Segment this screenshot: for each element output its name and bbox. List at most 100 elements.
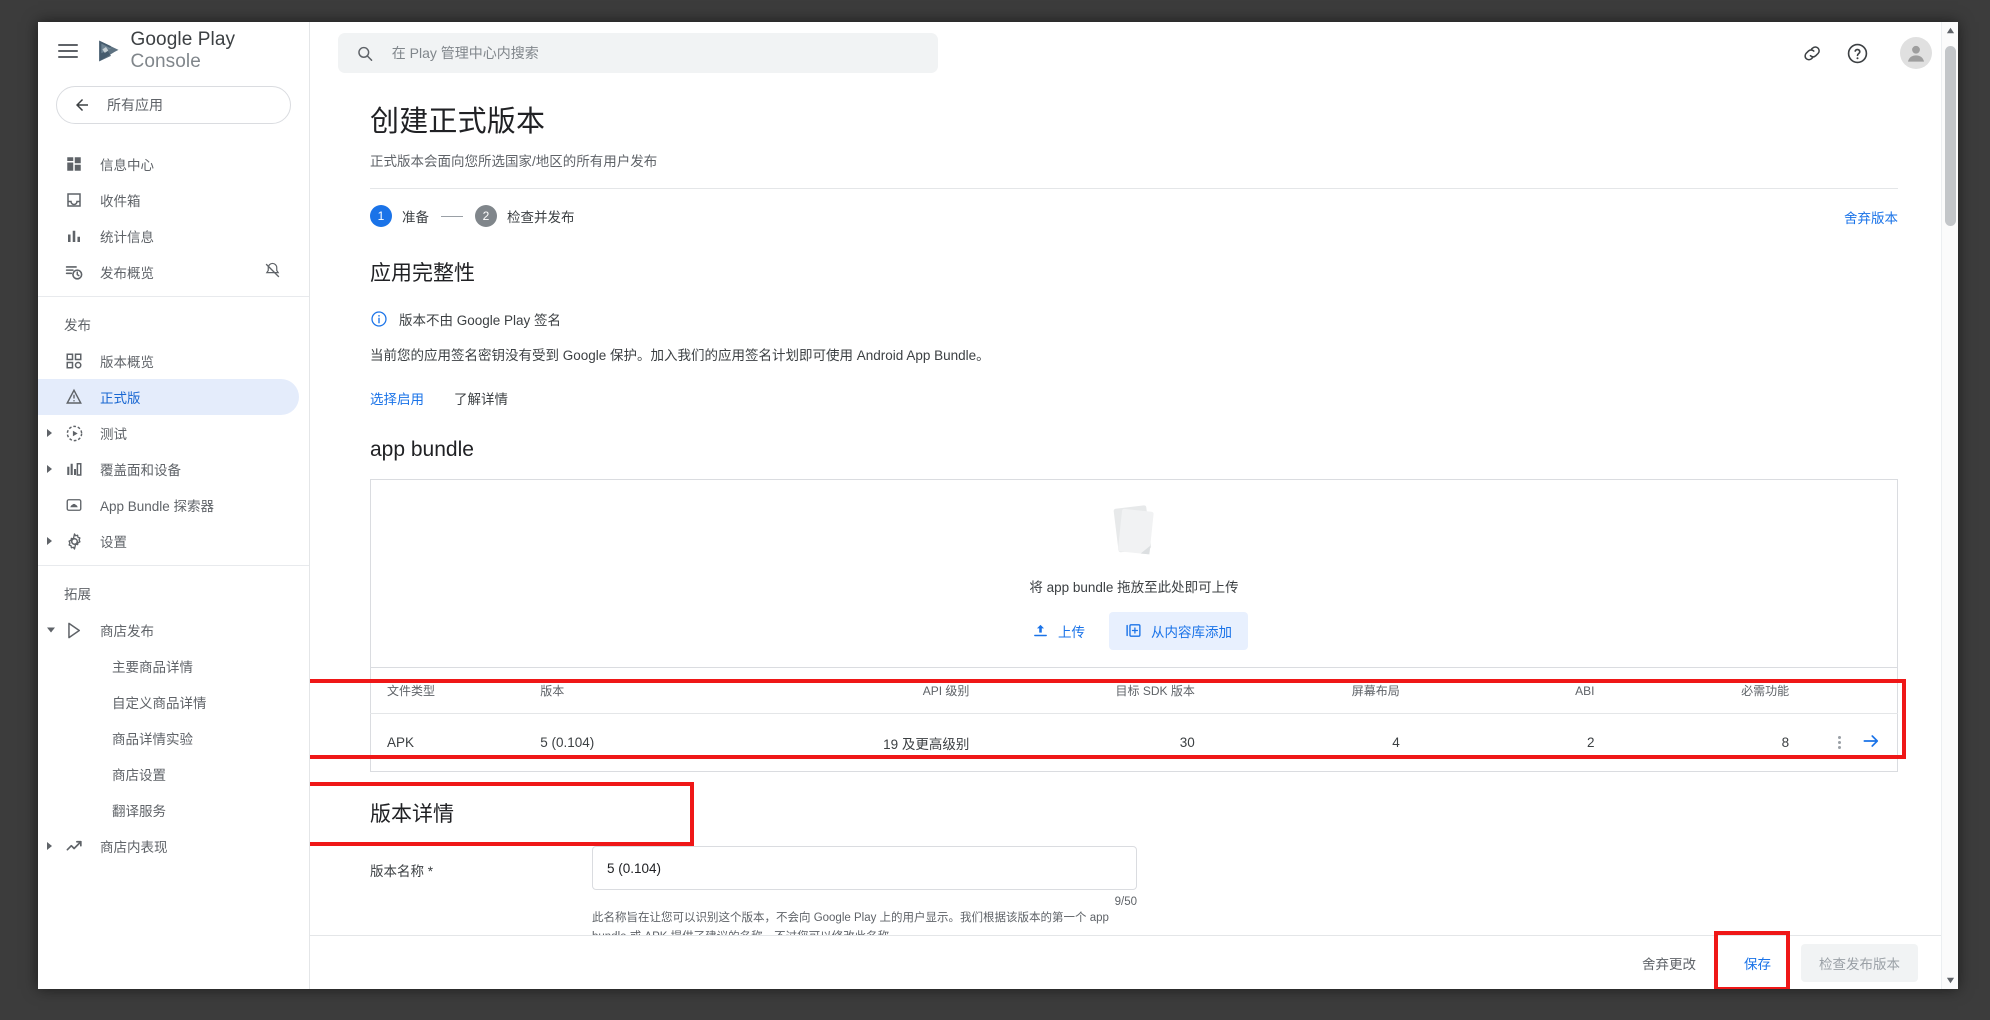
opt-in-link[interactable]: 选择启用 (370, 388, 424, 408)
files-illustration-icon (1113, 505, 1154, 555)
gear-icon (64, 531, 84, 551)
scroll-up-arrow-icon[interactable] (1942, 22, 1958, 39)
cell-version: 5 (0.104) (540, 735, 595, 751)
hamburger-menu-icon[interactable] (58, 40, 78, 62)
sidebar-item-store-performance[interactable]: 商店内表现 (38, 828, 299, 864)
nav-group-release: 发布 版本概览 正式版 测试 覆盖面和设备 App Bundle 探索器 设置 (38, 296, 309, 565)
step-1[interactable]: 1 准备 (370, 205, 429, 227)
table-row[interactable]: APK 5 (0.104) 19 及更高级别 30 4 2 8 (371, 714, 1898, 772)
app-bundle-explorer-icon (64, 495, 84, 515)
google-play-console-logo[interactable]: Google Play Console (96, 29, 309, 73)
release-name-column: 9/50 此名称旨在让您可以识别这个版本，不会向 Google Play 上的用… (592, 846, 1137, 935)
integrity-info-text: 版本不由 Google Play 签名 (399, 313, 562, 328)
chevron-right-icon[interactable] (47, 842, 52, 850)
sidebar-item-releases-overview[interactable]: 版本概览 (38, 343, 299, 379)
step-2[interactable]: 2 检查并发布 (475, 205, 575, 227)
learn-more-link[interactable]: 了解详情 (454, 388, 508, 408)
add-from-library-label: 从内容库添加 (1151, 624, 1232, 640)
upload-button[interactable]: 上传 (1020, 613, 1097, 649)
save-button-wrap: 保存 (1714, 930, 1790, 989)
th-actions (1805, 667, 1898, 715)
release-name-field-row: 版本名称 * 9/50 此名称旨在让您可以识别这个版本，不会向 Google P… (370, 846, 1898, 935)
all-apps-button[interactable]: 所有应用 (56, 86, 291, 124)
sidebar-item-app-bundle-explorer[interactable]: App Bundle 探索器 (38, 487, 299, 523)
page-content: 创建正式版本 正式版本会面向您所选国家/地区的所有用户发布 1 准备 2 检查并… (310, 84, 1958, 935)
sidebar-label: 覆盖面和设备 (100, 463, 181, 478)
sidebar-item-reach-and-devices[interactable]: 覆盖面和设备 (38, 451, 299, 487)
browser-viewport: Google Play Console 所有应用 信息中心 收件箱 统计信息 发… (38, 22, 1958, 989)
sidebar-item-dashboard[interactable]: 信息中心 (38, 146, 299, 182)
sidebar-label: 版本概览 (100, 355, 154, 370)
chevron-right-icon[interactable] (47, 465, 52, 473)
discard-changes-button[interactable]: 舍弃更改 (1624, 944, 1714, 982)
avatar[interactable] (1900, 37, 1932, 69)
testing-icon (64, 423, 84, 443)
sidebar-item-store-listing-experiments[interactable]: 商品详情实验 (38, 720, 299, 756)
step-1-number: 1 (370, 205, 392, 227)
sidebar-item-main-store-listing[interactable]: 主要商品详情 (38, 648, 299, 684)
sidebar-label: 收件箱 (100, 194, 141, 209)
search-input[interactable] (391, 45, 920, 61)
bundle-dropzone[interactable]: 将 app bundle 拖放至此处即可上传 上传 从内容库添加 (370, 479, 1898, 668)
sidebar-item-release-overview[interactable]: 发布概览 (38, 254, 299, 290)
release-name-counter: 9/50 (1114, 896, 1137, 909)
info-circle-icon (371, 311, 387, 327)
brand-text: Google Play Console (131, 29, 309, 73)
sidebar-item-settings[interactable]: 设置 (38, 523, 299, 559)
review-release-button: 检查发布版本 (1801, 943, 1918, 982)
search-box[interactable] (338, 33, 938, 73)
arrow-right-icon[interactable] (1861, 731, 1881, 754)
page-scrollbar[interactable] (1941, 22, 1958, 989)
inbox-icon (64, 190, 84, 210)
sidebar-item-production[interactable]: 正式版 (38, 379, 299, 415)
notifications-off-icon[interactable] (264, 262, 281, 282)
discard-version-link[interactable]: 舍弃版本 (1844, 207, 1898, 227)
chevron-right-icon[interactable] (47, 429, 52, 437)
sidebar-label: App Bundle 探索器 (100, 499, 215, 514)
sidebar-item-statistics[interactable]: 统计信息 (38, 218, 299, 254)
sidebar-item-testing[interactable]: 测试 (38, 415, 299, 451)
cell-required-features: 8 (1781, 735, 1790, 751)
chevron-down-icon[interactable] (47, 627, 55, 633)
cell-target-sdk: 30 (1179, 735, 1195, 751)
upload-icon (1034, 625, 1047, 637)
dashboard-icon (64, 154, 84, 174)
sidebar-item-translation-service[interactable]: 翻译服务 (38, 792, 299, 828)
sidebar-label: 商店内表现 (100, 840, 168, 855)
sidebar-item-store-presence[interactable]: 商店发布 (38, 612, 299, 648)
sidebar-label: 信息中心 (100, 158, 154, 173)
release-name-input-wrap[interactable] (592, 846, 1137, 891)
integrity-info-line: 版本不由 Google Play 签名 (370, 309, 1898, 329)
sidebar-label: 主要商品详情 (112, 660, 193, 675)
cell-file-type: APK (387, 735, 415, 751)
dropzone-text: 将 app bundle 拖放至此处即可上传 (1029, 579, 1239, 595)
bundle-table: 文件类型 版本 API 级别 目标 SDK 版本 屏幕布局 ABI 必需功能 A… (370, 667, 1898, 773)
library-add-icon (1126, 624, 1141, 638)
chevron-right-icon[interactable] (47, 537, 52, 545)
sidebar-item-custom-store-listings[interactable]: 自定义商品详情 (38, 684, 299, 720)
reach-devices-icon (64, 459, 84, 479)
dropzone-buttons: 上传 从内容库添加 (1020, 611, 1248, 650)
release-name-input[interactable] (607, 860, 1122, 876)
sidebar-item-store-settings[interactable]: 商店设置 (38, 756, 299, 792)
production-icon (64, 387, 84, 407)
play-store-icon (64, 620, 84, 640)
help-circle-icon[interactable] (1840, 36, 1874, 70)
sidebar-label: 测试 (100, 427, 127, 442)
page-scrollbar-thumb[interactable] (1945, 46, 1956, 226)
stats-icon (64, 226, 84, 246)
step-2-label: 检查并发布 (507, 210, 575, 225)
save-button[interactable]: 保存 (1726, 944, 1789, 982)
page-title: 创建正式版本 (370, 106, 546, 138)
sidebar-label: 翻译服务 (112, 804, 166, 819)
play-logo-icon (99, 40, 119, 62)
sidebar-label: 统计信息 (100, 230, 154, 245)
integrity-links: 选择启用 了解详情 (370, 388, 1898, 408)
app-bundle-heading: app bundle (370, 438, 474, 462)
link-icon[interactable] (1796, 36, 1830, 70)
step-2-number: 2 (475, 205, 497, 227)
add-from-library-button[interactable]: 从内容库添加 (1109, 611, 1248, 650)
scroll-down-arrow-icon[interactable] (1942, 972, 1958, 989)
sidebar-item-inbox[interactable]: 收件箱 (38, 182, 299, 218)
more-vert-icon[interactable] (1838, 734, 1842, 751)
